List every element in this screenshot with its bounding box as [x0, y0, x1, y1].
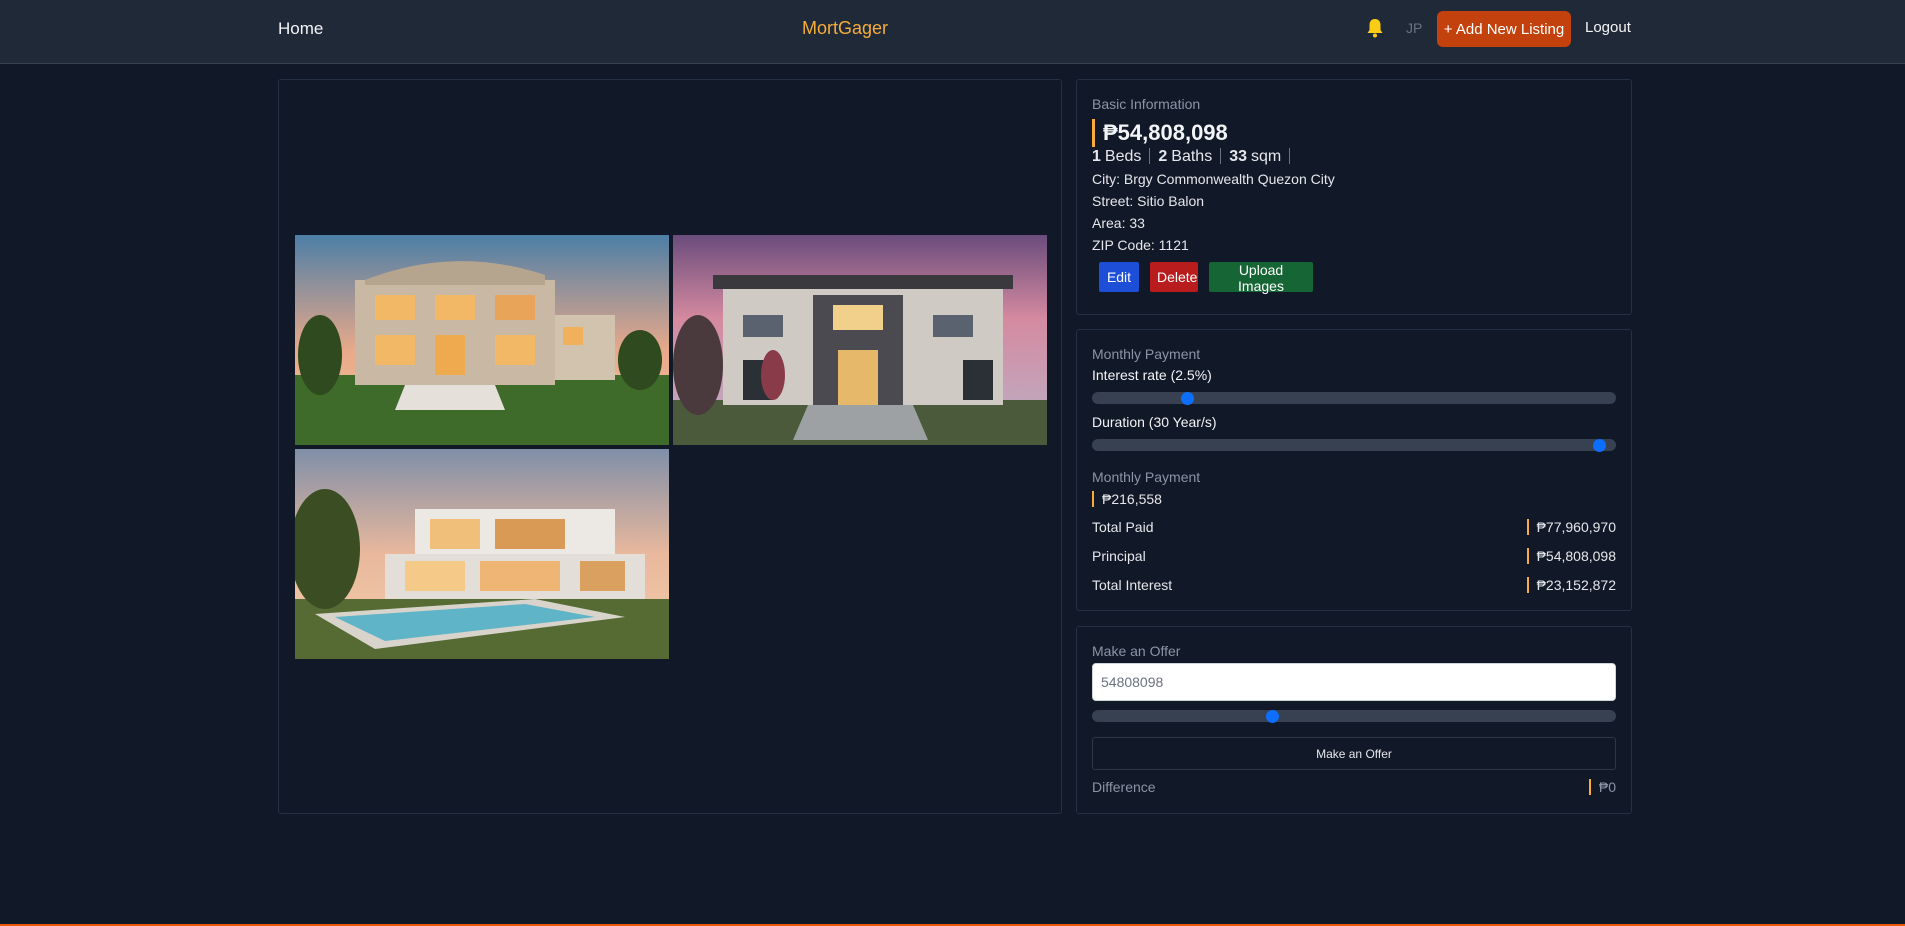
- total-interest-row: Total Interest ₱23,152,872: [1092, 577, 1616, 593]
- street-text: Street: Sitio Balon: [1092, 193, 1205, 209]
- baths-spec: 2 Baths: [1158, 148, 1213, 165]
- basic-info-title: Basic Information: [1092, 96, 1201, 112]
- top-navbar: Home MortGager JP + Add New Listing Logo…: [0, 0, 1905, 64]
- zip-text: ZIP Code: 1121: [1092, 237, 1189, 253]
- upload-images-button[interactable]: Upload Images: [1209, 262, 1313, 294]
- monthly-payment-label: Monthly Payment: [1092, 469, 1201, 485]
- delete-button[interactable]: Delete: [1150, 262, 1198, 292]
- edit-button[interactable]: Edit: [1099, 262, 1139, 292]
- make-offer-button[interactable]: Make an Offer: [1092, 737, 1616, 770]
- monthly-payment-value: ₱216,558: [1092, 491, 1162, 507]
- total-interest-value: ₱23,152,872: [1526, 577, 1616, 593]
- spec-divider: [1149, 148, 1151, 164]
- make-offer-title: Make an Offer: [1092, 643, 1181, 659]
- total-paid-label: Total Paid: [1092, 519, 1154, 535]
- offer-slider-thumb[interactable]: [1266, 709, 1279, 723]
- total-interest-label: Total Interest: [1092, 577, 1173, 593]
- interest-rate-label: Interest rate (2.5%): [1092, 367, 1212, 383]
- area-text: Area: 33: [1092, 215, 1145, 231]
- beds-spec: 1 Beds: [1092, 148, 1142, 165]
- total-paid-value: ₱77,960,970: [1526, 519, 1616, 535]
- principal-value: ₱54,808,098: [1526, 548, 1616, 564]
- city-text: City: Brgy Commonwealth Quezon City: [1092, 171, 1335, 187]
- monthly-payment-card: Monthly Payment Interest rate (2.5%) Dur…: [1076, 329, 1632, 611]
- monthly-payment-title: Monthly Payment: [1092, 346, 1201, 362]
- spec-divider: [1289, 148, 1291, 164]
- listing-price: ₱54,808,098: [1092, 119, 1228, 147]
- interest-rate-thumb[interactable]: [1181, 391, 1194, 405]
- offer-slider[interactable]: [1092, 709, 1616, 723]
- duration-thumb[interactable]: [1593, 438, 1606, 452]
- offer-amount-input[interactable]: [1092, 663, 1616, 701]
- listing-photo[interactable]: [673, 235, 1047, 445]
- principal-row: Principal ₱54,808,098: [1092, 548, 1616, 564]
- logout-link[interactable]: Logout: [1585, 19, 1631, 36]
- difference-label: Difference: [1092, 779, 1156, 795]
- area-spec: 33 sqm: [1229, 148, 1282, 165]
- difference-row: Difference ₱0: [1092, 779, 1616, 795]
- difference-value: ₱0: [1588, 779, 1616, 795]
- basic-info-card: Basic Information ₱54,808,098 1 Beds 2 Bat…: [1076, 79, 1632, 315]
- spec-divider: [1220, 148, 1222, 164]
- make-offer-card: Make an Offer Make an Offer Difference ₱…: [1076, 626, 1632, 814]
- interest-rate-slider[interactable]: [1092, 391, 1616, 405]
- image-gallery: [278, 79, 1062, 814]
- total-paid-row: Total Paid ₱77,960,970: [1092, 519, 1616, 535]
- listing-photo[interactable]: [295, 449, 669, 659]
- duration-slider[interactable]: [1092, 438, 1616, 452]
- add-listing-button[interactable]: + Add New Listing: [1437, 11, 1571, 47]
- principal-label: Principal: [1092, 548, 1146, 564]
- listing-photo[interactable]: [295, 235, 669, 445]
- duration-label: Duration (30 Year/s): [1092, 414, 1217, 430]
- bell-icon[interactable]: [1366, 18, 1384, 38]
- listing-specs: 1 Beds 2 Baths 33 sqm: [1092, 148, 1298, 166]
- user-avatar[interactable]: JP: [1406, 20, 1422, 36]
